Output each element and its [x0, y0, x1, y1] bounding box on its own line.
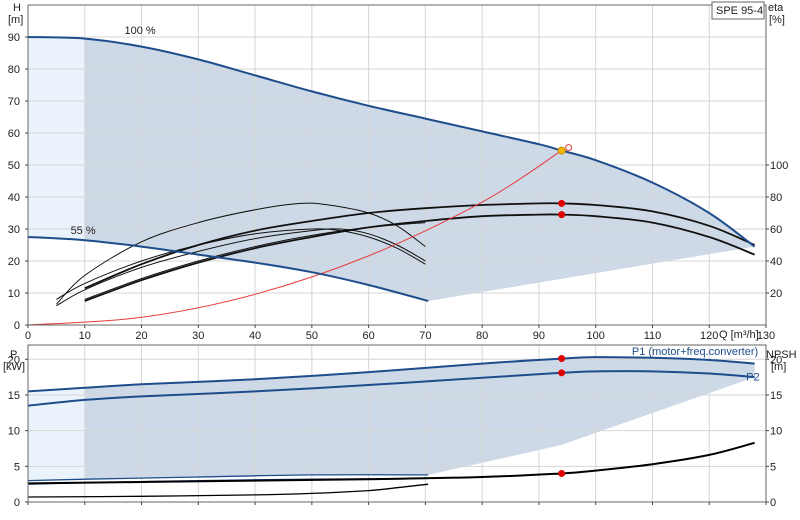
p1-label: P1 (motor+freq.converter)	[632, 346, 758, 358]
x-tick-label: 50	[306, 330, 318, 342]
power-duty-point-1	[558, 369, 566, 377]
bottom-y-tick-label-left: 15	[8, 390, 20, 402]
pump-performance-chart: 100 %55 % 0 10 20 30 40 50 60 70 80 90 100 110 120 13…	[3, 1, 797, 509]
p2-label: P2	[746, 372, 759, 384]
model-label: SPE 95-4	[716, 5, 763, 17]
bottom-y-tick-label-right: 10	[770, 426, 782, 438]
bottom-y-tick-label-right: 0	[770, 497, 776, 509]
top-low-flow-region	[28, 37, 85, 241]
model-label-box: SPE 95-4	[711, 1, 765, 20]
top-ylabel-right: eta	[768, 2, 784, 14]
top-y-tick-label-left: 40	[8, 192, 20, 204]
x-tick-label: 40	[249, 330, 261, 342]
x-tick-label: 90	[533, 330, 545, 342]
x-axis-label: Q [m³/h]	[719, 329, 759, 341]
x-tick-label: 130	[757, 330, 775, 342]
x-tick-label: 10	[79, 330, 91, 342]
top-y-tick-label-left: 20	[8, 256, 20, 268]
top-y-tick-label-left: 60	[8, 128, 20, 140]
series-label-100: 100 %	[125, 25, 156, 37]
top-y-tick-label-right: 20	[770, 288, 782, 300]
duty-point-marker	[565, 144, 573, 152]
x-tick-label: 120	[700, 330, 718, 342]
top-y-tick-label-left: 70	[8, 96, 20, 108]
x-tick-label: 70	[419, 330, 431, 342]
x-tick-label: 0	[25, 330, 31, 342]
eta-duty-point-1	[558, 211, 566, 219]
x-tick-label: 80	[476, 330, 488, 342]
bottom-ylabel-right: NPSH	[766, 349, 797, 361]
top-y-tick-label-right: 40	[770, 256, 782, 268]
x-tick-label: 60	[362, 330, 374, 342]
x-tick-label: 20	[135, 330, 147, 342]
power-npsh-plot: P1 (motor+freq.converter)P2 051015200510…	[8, 344, 782, 509]
duty-point	[557, 146, 566, 155]
bottom-ylabel-left-unit: [kW]	[3, 361, 25, 373]
top-ylabel-right-unit: [%]	[769, 14, 785, 26]
eta-duty-point-0	[558, 199, 566, 207]
top-y-tick-label-right: 80	[770, 192, 782, 204]
bottom-y-tick-label-left: 0	[14, 497, 20, 509]
bottom-ylabel-left: P	[10, 349, 17, 361]
top-y-tick-label-left: 30	[8, 224, 20, 236]
top-y-tick-label-left: 10	[8, 288, 20, 300]
top-y-tick-label-right: 60	[770, 224, 782, 236]
power-duty-point-0	[558, 355, 566, 363]
bottom-y-tick-label-right: 5	[770, 461, 776, 473]
power-duty-point-2	[558, 469, 566, 477]
bottom-ylabel-right-unit: [m]	[771, 361, 786, 373]
x-tick-label: 30	[192, 330, 204, 342]
head-efficiency-plot: 100 %55 % 0 10 20 30 40 50 60 70 80 90 100 110 120 13…	[8, 4, 788, 342]
top-operating-region	[84, 38, 755, 301]
top-y-tick-label-right: 100	[770, 160, 788, 172]
series-label-55: 55 %	[71, 225, 96, 237]
bottom-operating-region	[84, 357, 755, 480]
bottom-y-tick-label-left: 10	[8, 426, 20, 438]
x-tick-label: 110	[644, 330, 662, 342]
top-y-tick-label-left: 50	[8, 160, 20, 172]
x-tick-label: 100	[587, 330, 605, 342]
top-y-tick-label-left: 80	[8, 64, 20, 76]
top-ylabel-left: H	[13, 2, 21, 14]
top-y-tick-label-left: 90	[8, 32, 20, 44]
top-y-tick-label-left: 0	[14, 320, 20, 332]
top-ylabel-left-unit: [m]	[8, 14, 23, 26]
bottom-y-tick-label-left: 5	[14, 461, 20, 473]
bottom-y-tick-label-right: 15	[770, 390, 782, 402]
